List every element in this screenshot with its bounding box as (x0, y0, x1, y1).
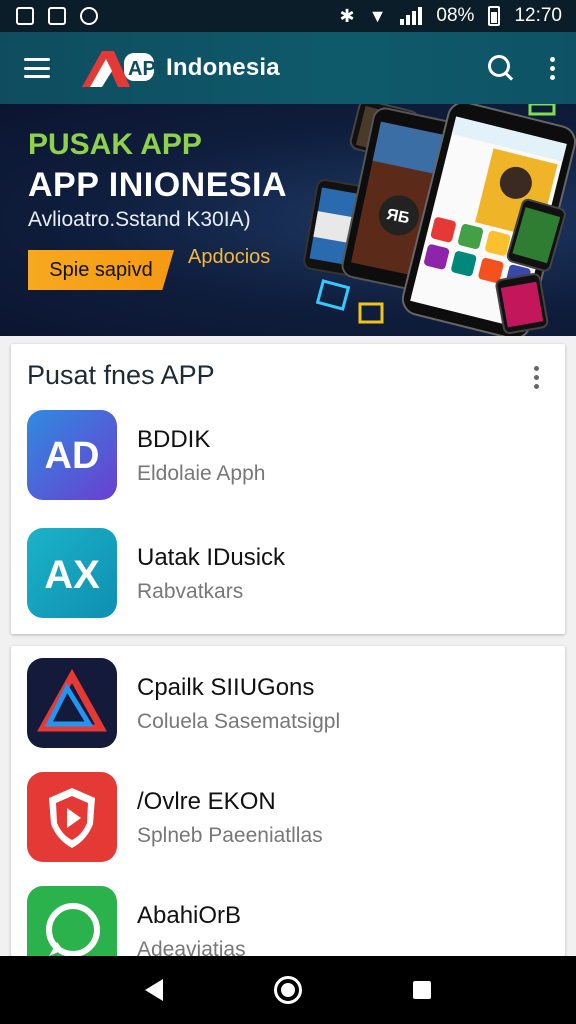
app-list-item[interactable]: Cpailk SIIUGons Coluela Sasematsigpl (27, 658, 547, 754)
ad-logo-icon: AD (27, 410, 117, 500)
app-subtitle: Splneb Paeeniatllas (137, 824, 323, 847)
app-list-item[interactable]: AbahiOrB Adeaviatias (27, 886, 547, 956)
app-logo: APP (80, 47, 169, 89)
card-overflow-icon[interactable] (534, 366, 539, 389)
promo-banner[interactable]: ЯБ PUSAK APP APP INIONESIA Avlioatro.Sst… (0, 104, 576, 336)
app-bar: APP Indonesia (0, 32, 576, 104)
app-title: Indonesia (166, 54, 280, 81)
banner-title: APP INIONESIA (28, 166, 288, 204)
shield-play-icon (27, 772, 117, 862)
shuffle-notification-icon (48, 7, 66, 25)
app-subtitle: Eldolaie Apph (137, 462, 266, 485)
status-time: 12:70 (514, 5, 562, 26)
app-name: BDDIK (137, 426, 211, 453)
app-subtitle: Adeaviatias (137, 938, 246, 956)
banner-headline: PUSAK APP (28, 128, 202, 161)
app-list-item[interactable]: AD BDDIK Eldolaie Apph (27, 410, 547, 506)
logo-text: APP (128, 58, 162, 80)
card-title: Pusat fnes APP (27, 360, 215, 390)
overflow-menu-icon[interactable] (546, 56, 558, 80)
app-subtitle: Coluela Sasematsigpl (137, 710, 341, 733)
status-bar: ✱ ▼ 08% 12:70 (0, 0, 576, 32)
app-name: /Ovlre EKON (137, 788, 276, 815)
featured-apps-card: Pusat fnes APP AD BDDIK Eldolaie Apph AX… (11, 344, 565, 634)
alert-notification-icon (80, 7, 98, 25)
app-name: Cpailk SIIUGons (137, 674, 315, 701)
banner-link[interactable]: Apdocios (188, 246, 270, 269)
bluetooth-icon: ✱ (339, 6, 355, 26)
app-name: AbahiOrB (137, 902, 242, 929)
status-left (16, 7, 98, 25)
triangle-logo-icon (27, 658, 117, 748)
app-list-item[interactable]: AX Uatak IDusick Rabvatkars (27, 528, 547, 624)
hamburger-menu-icon[interactable] (24, 58, 50, 78)
banner-cta-button[interactable]: Spie sapivd (28, 250, 174, 290)
system-nav-bar (0, 956, 576, 1024)
app-list-item[interactable]: /Ovlre EKON Splneb Paeeniatllas (27, 772, 547, 868)
app-list-card: Cpailk SIIUGons Coluela Sasematsigpl /Ov… (11, 646, 565, 956)
ax-logo-text: AX (44, 553, 100, 597)
battery-icon (488, 6, 501, 26)
status-right: ✱ ▼ 08% 12:70 (339, 5, 562, 27)
home-icon[interactable] (273, 976, 302, 1004)
app-subtitle: Rabvatkars (137, 580, 244, 603)
ax-logo-icon: AX (27, 528, 117, 618)
banner-subtitle: Avlioatro.Sstand K30IA) (28, 208, 251, 231)
chat-bubble-icon (27, 886, 117, 956)
wifi-icon: ▼ (368, 6, 387, 26)
back-icon[interactable] (145, 979, 164, 1001)
app-name: Uatak IDusick (137, 544, 286, 571)
image-notification-icon (16, 7, 34, 25)
ad-logo-text: AD (45, 435, 100, 477)
signal-icon (400, 7, 423, 25)
search-icon[interactable] (486, 53, 516, 83)
recents-icon[interactable] (412, 981, 431, 999)
battery-percent: 08% (436, 5, 475, 26)
